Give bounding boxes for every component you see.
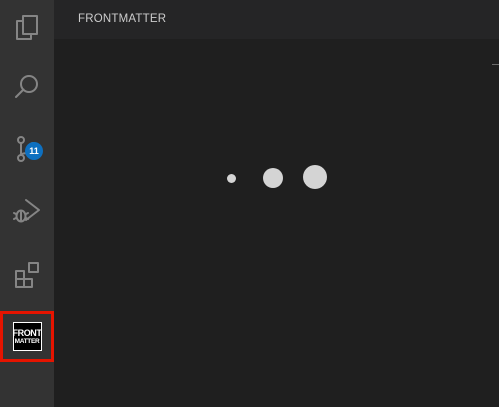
sidebar-title: FRONTMATTER [78,13,167,25]
source-control-button[interactable]: 11 [0,122,54,176]
frontmatter-button[interactable]: FRONT MATTER [0,311,54,362]
scm-badge: 11 [25,142,43,160]
files-icon [16,15,38,40]
search-button[interactable] [0,60,54,114]
extensions-button[interactable] [0,248,54,302]
frontmatter-logo-line1: FRONT [12,327,42,338]
frontmatter-logo-line2: MATTER [14,337,40,345]
sidebar: FRONTMATTER [54,0,499,407]
run-debug-icon [13,199,40,223]
frontmatter-icon: FRONT MATTER [12,322,42,351]
search-icon [15,75,38,98]
loading-dot-medium [263,168,283,188]
activity-bar: 11 FRONT MATTER [0,0,54,407]
loading-dot-small [227,174,236,183]
sidebar-body [54,39,499,407]
sidebar-header: FRONTMATTER [54,0,499,39]
extensions-icon [15,262,39,288]
header-divider [492,64,499,65]
run-debug-button[interactable] [0,184,54,238]
loading-dot-large [303,165,327,189]
explorer-button[interactable] [0,0,54,54]
